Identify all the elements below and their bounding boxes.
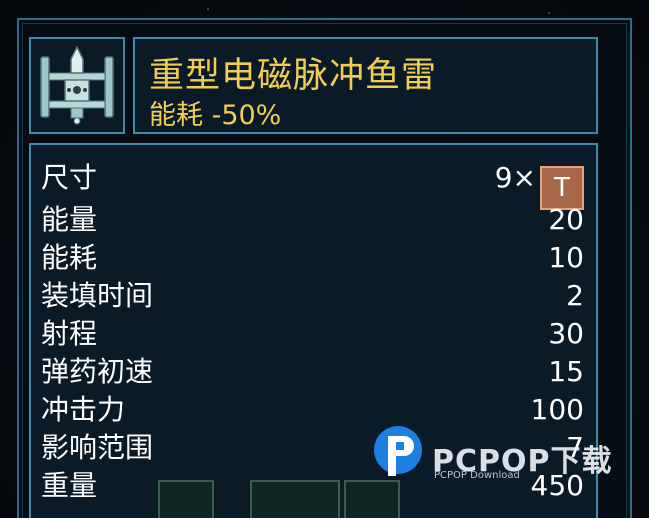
stat-row-power-use: 能耗 10 [31, 239, 596, 277]
stat-label: 冲击力 [41, 393, 126, 426]
stat-value: 15 [548, 355, 584, 388]
stat-row-projectile-speed: 弹药初速 15 [31, 353, 596, 391]
stat-label: 重量 [41, 469, 98, 502]
stat-row-size: 尺寸 9× T [31, 159, 596, 210]
watermark-logo-icon [374, 426, 422, 476]
stat-value: 10 [548, 241, 584, 274]
stat-value: 100 [530, 393, 584, 426]
module-title: 重型电磁脉冲鱼雷 [149, 56, 438, 96]
stat-label: 影响范围 [41, 431, 154, 464]
stat-row-range: 射程 30 [31, 315, 596, 353]
game-screen: 重型电磁脉冲鱼雷 能耗 -50% 尺寸 9× T 能量 20 能耗 10 装填时… [0, 0, 649, 518]
module-icon-box [29, 37, 125, 134]
watermark-tagline: PCPOP Download [434, 470, 520, 481]
stat-label: 装填时间 [41, 279, 154, 312]
stat-value: 2 [566, 279, 584, 312]
stat-label: 尺寸 [41, 161, 98, 194]
stat-label: 能量 [41, 203, 98, 236]
stat-row-energy: 能量 20 [31, 201, 596, 239]
stat-value: 9× [494, 161, 536, 194]
stat-label: 射程 [41, 317, 98, 350]
torpedo-module-icon [40, 45, 114, 125]
stat-label: 弹药初速 [41, 355, 154, 388]
star-speck [548, 12, 550, 14]
stat-label: 能耗 [41, 241, 98, 274]
inventory-slot[interactable] [250, 480, 340, 518]
stat-row-reload: 装填时间 2 [31, 277, 596, 315]
star-speck [207, 8, 209, 10]
inventory-slot[interactable] [158, 480, 214, 518]
stat-value: 20 [548, 203, 584, 236]
stat-row-impact: 冲击力 100 [31, 391, 596, 429]
module-modifier: 能耗 -50% [149, 100, 282, 131]
module-title-box: 重型电磁脉冲鱼雷 能耗 -50% [133, 37, 598, 134]
stat-value: 30 [548, 317, 584, 350]
